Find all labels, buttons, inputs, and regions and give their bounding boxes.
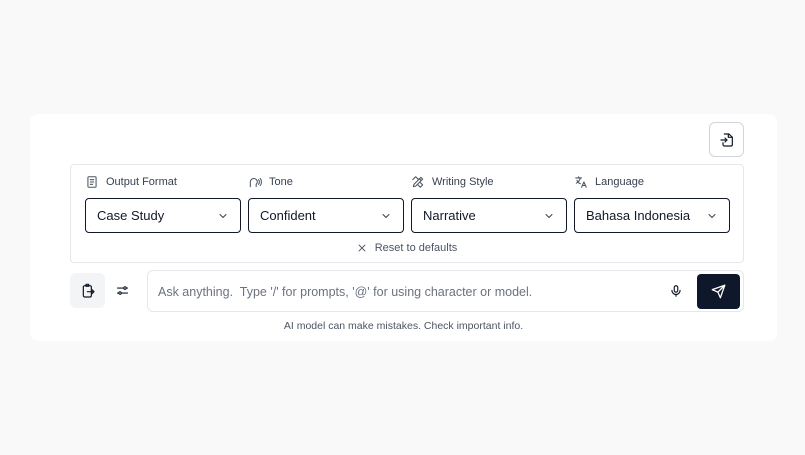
disclaimer-text: AI model can make mistakes. Check import… xyxy=(283,320,524,332)
writing-style-label: Writing Style xyxy=(432,176,494,188)
microphone-button[interactable] xyxy=(667,282,685,300)
export-button[interactable] xyxy=(709,122,744,157)
reset-to-defaults-button[interactable]: Reset to defaults xyxy=(71,242,743,254)
chat-input[interactable] xyxy=(158,281,658,303)
language-select[interactable]: Bahasa Indonesia xyxy=(574,198,730,233)
speaking-head-icon xyxy=(248,175,262,189)
sliders-icon xyxy=(115,283,130,298)
setting-label-writing-style: Writing Style xyxy=(411,175,494,189)
chat-composer-card: Output Format Case Study Tone Confident … xyxy=(30,114,777,341)
chevron-down-icon xyxy=(543,210,555,222)
reset-label: Reset to defaults xyxy=(374,242,458,254)
microphone-icon xyxy=(669,284,683,298)
setting-label-tone: Tone xyxy=(248,175,293,189)
chevron-down-icon xyxy=(706,210,718,222)
writing-style-select[interactable]: Narrative xyxy=(411,198,567,233)
prompt-settings-button[interactable] xyxy=(70,273,105,308)
clipboard-export-icon xyxy=(80,283,96,299)
pencil-ruler-icon xyxy=(411,175,425,189)
send-button[interactable] xyxy=(697,274,740,309)
settings-panel: Output Format Case Study Tone Confident … xyxy=(70,164,744,263)
chevron-down-icon xyxy=(380,210,392,222)
close-icon xyxy=(357,243,367,253)
chevron-down-icon xyxy=(217,210,229,222)
output-format-select[interactable]: Case Study xyxy=(85,198,241,233)
setting-label-output-format: Output Format xyxy=(85,175,177,189)
adjustments-button[interactable] xyxy=(105,273,140,308)
language-value: Bahasa Indonesia xyxy=(586,208,691,223)
setting-label-language: Language xyxy=(574,175,644,189)
tone-select[interactable]: Confident xyxy=(248,198,404,233)
output-format-value: Case Study xyxy=(97,208,165,223)
writing-style-value: Narrative xyxy=(423,208,476,223)
book-icon xyxy=(85,175,99,189)
tone-value: Confident xyxy=(260,208,316,223)
tone-label: Tone xyxy=(269,176,293,188)
output-format-label: Output Format xyxy=(106,176,177,188)
chat-input-container xyxy=(147,270,744,312)
translate-icon xyxy=(574,175,588,189)
language-label: Language xyxy=(595,176,644,188)
file-export-icon xyxy=(719,132,735,148)
send-icon xyxy=(711,284,726,299)
